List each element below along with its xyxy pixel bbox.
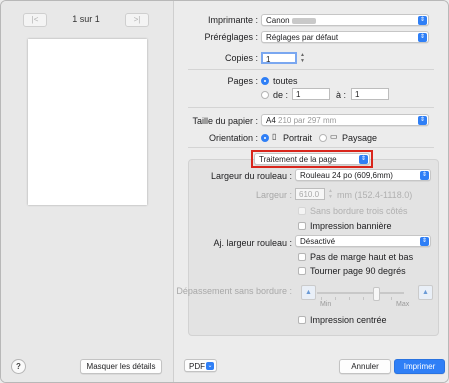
width-label: Largeur :: [255, 190, 292, 200]
pages-to-label: à :: [336, 90, 347, 100]
centered-checkbox[interactable]: [298, 316, 306, 324]
pdf-menu-button[interactable]: PDF ⌄: [184, 359, 217, 372]
portrait-label: Portrait: [283, 133, 313, 143]
chevron-updown-icon: ⇕: [418, 16, 427, 25]
landscape-radio[interactable]: [319, 134, 327, 142]
presets-value: Réglages par défaut: [266, 33, 339, 42]
fit-roll-value: Désactivé: [300, 237, 336, 246]
pages-all-radio[interactable]: [261, 77, 269, 85]
no-margin-checkbox[interactable]: [298, 253, 306, 261]
copies-label: Copies :: [224, 53, 258, 63]
first-page-button[interactable]: |<: [23, 13, 47, 27]
settings-pane: Imprimante : Canon ⇕ Préréglages : Régla…: [174, 1, 448, 382]
pages-to-input[interactable]: 1: [351, 88, 389, 100]
pages-label: Pages :: [227, 76, 258, 86]
width-range: mm (152.4-1118.0): [337, 190, 413, 200]
paper-size-dims: 210 par 297 mm: [278, 116, 337, 125]
overflow-label: Dépassement sans bordure :: [176, 286, 292, 296]
orientation-label: Orientation :: [208, 133, 258, 143]
slider-min-label: Min: [320, 301, 332, 308]
chevron-updown-icon: ⇕: [418, 33, 427, 42]
banner-label: Impression bannière: [310, 221, 392, 231]
landscape-label: Paysage: [342, 133, 378, 143]
paper-size-value: A4: [266, 116, 276, 125]
print-button[interactable]: Imprimer: [394, 359, 445, 374]
width-stepper[interactable]: ▲ ▼: [327, 188, 334, 200]
chevron-updown-icon: ⇕: [418, 116, 427, 125]
slider-tick: [349, 297, 350, 300]
printer-value: Canon: [266, 16, 290, 25]
rotate-label: Tourner page 90 degrés: [310, 266, 406, 276]
printer-select[interactable]: Canon ⇕: [261, 14, 429, 26]
slider-max-label: Max: [396, 301, 410, 308]
slider-tick: [335, 297, 336, 300]
presets-label: Préréglages :: [204, 32, 258, 42]
paper-size-select[interactable]: A4 210 par 297 mm ⇕: [261, 114, 429, 126]
fit-roll-select[interactable]: Désactivé ⇕: [295, 235, 431, 247]
pages-from-label: de :: [273, 90, 289, 100]
chevron-updown-icon: ⇕: [420, 171, 429, 180]
slider-tick: [321, 297, 322, 300]
copies-stepper[interactable]: ▲ ▼: [299, 52, 306, 64]
redacted-model: [291, 17, 316, 24]
centered-label: Impression centrée: [310, 315, 387, 325]
overflow-slider-knob[interactable]: [373, 287, 380, 301]
chevron-updown-icon: ⇕: [420, 237, 429, 246]
preview-pane: |< 1 sur 1 >| ? Masquer les détails: [1, 1, 174, 382]
fit-roll-label: Aj. largeur rouleau :: [213, 238, 292, 248]
pages-range-radio[interactable]: [261, 91, 269, 99]
paper-size-label: Taille du papier :: [192, 116, 258, 126]
presets-select[interactable]: Réglages par défaut ⇕: [261, 31, 429, 43]
next-page-button[interactable]: >|: [125, 13, 149, 27]
pages-from-input[interactable]: 1: [292, 88, 330, 100]
highlight-frame: [251, 150, 373, 168]
hide-details-button[interactable]: Masquer les détails: [80, 359, 162, 374]
min-overflow-icon: ▲: [301, 285, 316, 300]
roll-width-select[interactable]: Rouleau 24 po (609,6mm) ⇕: [295, 169, 431, 181]
borderless-three-checkbox[interactable]: [298, 207, 306, 215]
print-dialog: |< 1 sur 1 >| ? Masquer les détails Impr…: [0, 0, 449, 383]
printer-label: Imprimante :: [207, 15, 258, 25]
roll-width-value: Rouleau 24 po (609,6mm): [300, 171, 393, 180]
slider-tick: [391, 297, 392, 300]
portrait-icon: ▯: [272, 132, 277, 141]
page-preview: [28, 39, 147, 205]
slider-tick: [363, 297, 364, 300]
copies-input[interactable]: 1: [261, 52, 297, 64]
pdf-label: PDF: [189, 362, 205, 371]
divider: [188, 69, 434, 70]
overflow-slider-track[interactable]: [317, 292, 404, 294]
portrait-radio[interactable]: [261, 134, 269, 142]
divider: [188, 107, 434, 108]
rotate-checkbox[interactable]: [298, 267, 306, 275]
no-margin-label: Pas de marge haut et bas: [310, 252, 414, 262]
borderless-three-label: Sans bordure trois côtés: [310, 206, 408, 216]
divider: [188, 147, 434, 148]
banner-checkbox[interactable]: [298, 222, 306, 230]
cancel-button[interactable]: Annuler: [339, 359, 391, 374]
landscape-icon: ▭: [330, 132, 338, 141]
roll-width-label: Largeur du rouleau :: [210, 171, 292, 181]
chevron-down-icon: ⌄: [206, 362, 214, 370]
page-count: 1 sur 1: [72, 14, 100, 24]
max-overflow-icon: ▲: [418, 285, 433, 300]
width-input[interactable]: 610.0: [295, 188, 325, 200]
pages-all-label: toutes: [273, 76, 298, 86]
help-button[interactable]: ?: [11, 359, 26, 374]
